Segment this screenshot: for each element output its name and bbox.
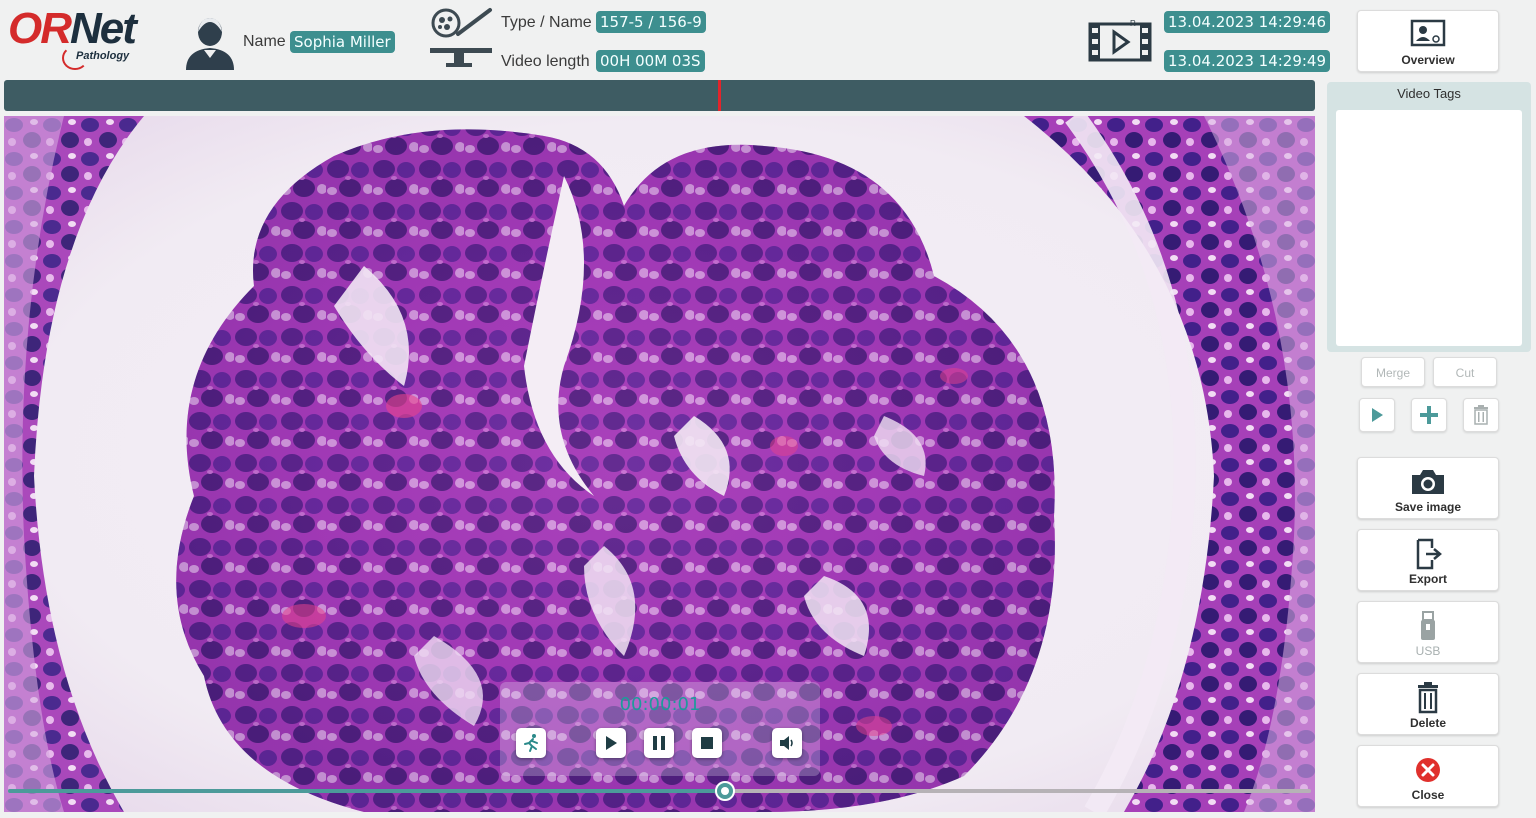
export-icon	[1416, 538, 1442, 570]
volume-button[interactable]	[772, 728, 802, 758]
overview-button[interactable]: Overview	[1357, 10, 1499, 72]
video-tags-title: Video Tags	[1397, 86, 1461, 101]
export-button[interactable]: Export	[1357, 529, 1499, 591]
video-length-label: Video length	[501, 53, 590, 70]
header: ORNet Pathology Name Sophia Miller Type …	[0, 0, 1331, 80]
play-button[interactable]	[596, 728, 626, 758]
user-avatar-icon	[186, 18, 234, 70]
camera-icon	[1412, 470, 1444, 494]
playback-time: 00:00:01	[619, 694, 701, 715]
name-value: Sophia Miller	[290, 31, 395, 53]
usb-icon	[1421, 611, 1435, 640]
plus-icon	[1420, 406, 1438, 424]
timeline-position-marker[interactable]	[718, 80, 721, 111]
type-name-label: Type / Name	[501, 14, 592, 31]
tag-play-button[interactable]	[1359, 398, 1395, 432]
save-image-button[interactable]: Save image	[1357, 457, 1499, 519]
cut-button[interactable]: Cut	[1433, 357, 1497, 387]
microscope-slide-icon	[430, 8, 492, 67]
save-image-label: Save image	[1394, 500, 1462, 514]
speed-button[interactable]	[516, 728, 546, 758]
overview-icon	[1410, 19, 1446, 47]
player-controls: 00:00:01	[500, 682, 820, 776]
video-tags-list[interactable]	[1336, 110, 1522, 346]
play-icon	[1372, 408, 1383, 422]
name-label: Name	[243, 33, 286, 50]
video-length-value: 00H 00M 03S	[596, 50, 705, 72]
trash-icon	[1418, 682, 1438, 714]
overview-label: Overview	[1401, 53, 1455, 67]
stop-button[interactable]	[692, 728, 722, 758]
usb-button[interactable]: USB	[1357, 601, 1499, 663]
add-tag-button[interactable]	[1411, 398, 1447, 432]
close-label: Close	[1411, 788, 1445, 802]
pause-icon	[653, 736, 665, 750]
video-timeline[interactable]	[4, 80, 1315, 111]
speaker-icon	[780, 736, 793, 750]
end-timestamp: 13.04.2023 14:29:49	[1164, 50, 1331, 72]
logo-subtitle: Pathology	[76, 50, 130, 62]
seek-handle[interactable]	[715, 781, 735, 801]
play-icon	[606, 736, 617, 750]
export-label: Export	[1408, 572, 1447, 586]
type-name-value: 157-5 / 156-9	[596, 11, 706, 33]
usb-label: USB	[1415, 644, 1441, 658]
delete-button[interactable]: Delete	[1357, 673, 1499, 735]
trash-icon	[1474, 405, 1488, 425]
delete-label: Delete	[1409, 716, 1447, 730]
start-timestamp: 13.04.2023 14:29:46	[1164, 11, 1331, 33]
close-button[interactable]: Close	[1357, 745, 1499, 807]
delete-tag-button[interactable]	[1463, 398, 1499, 432]
video-tags-panel: Video Tags	[1327, 82, 1531, 352]
seek-progress	[8, 789, 725, 793]
stop-icon	[701, 737, 713, 749]
svg-text:R: R	[1130, 19, 1136, 28]
close-icon	[1416, 758, 1440, 782]
pause-button[interactable]	[644, 728, 674, 758]
video-recording-icon: R	[1088, 19, 1152, 62]
merge-button[interactable]: Merge	[1361, 357, 1425, 387]
running-man-icon	[524, 734, 538, 752]
